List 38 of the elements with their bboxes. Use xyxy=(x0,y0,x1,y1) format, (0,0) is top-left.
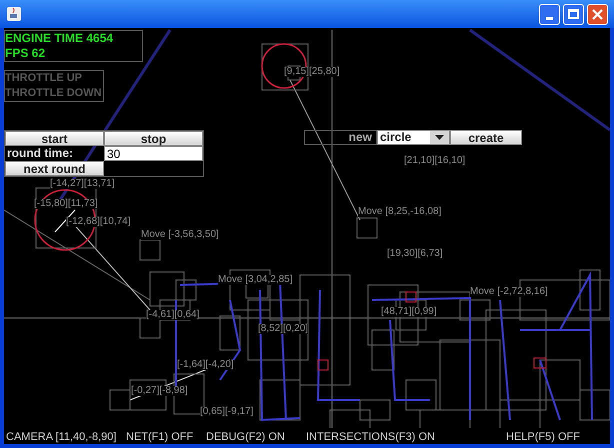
status-text: INTERSECTIONS(F3) ON xyxy=(306,430,436,444)
next-round-button[interactable]: next round xyxy=(5,161,104,176)
coordinate-label: [8,52][0,20] xyxy=(258,324,308,334)
close-button[interactable] xyxy=(587,4,608,24)
new-label: new xyxy=(304,130,377,145)
coordinate-label: [-14,27][13,71] xyxy=(50,179,114,189)
coordinate-label: [-15,80][11,73] xyxy=(34,199,98,209)
status-text: DEBUG(F2) ON xyxy=(206,430,286,444)
maximize-button[interactable] xyxy=(563,4,584,24)
status-text: NET(F1) OFF xyxy=(126,430,194,444)
coordinate-label: [-1,64][-4,20] xyxy=(177,360,234,370)
hud-text: FPS 62 xyxy=(5,46,46,61)
coordinate-label: Move [-3,56,3,50] xyxy=(141,230,219,240)
coordinate-label: Move [3,04,2,85] xyxy=(218,275,292,285)
minimize-button[interactable] xyxy=(539,4,560,24)
status-text: HELP(F5) OFF xyxy=(506,430,581,444)
coordinate-label: [19,30][6,73] xyxy=(387,249,443,259)
coordinate-label: [0,65][-9,17] xyxy=(200,407,254,417)
coordinate-label: [-0,27][-8,98] xyxy=(131,386,188,396)
coffee-cup-icon xyxy=(6,6,22,22)
coordinate-label: [-12,68][10,74] xyxy=(66,217,130,227)
coordinate-label: [48,71][0,99] xyxy=(381,307,437,317)
coordinate-label: [9,15][25,80] xyxy=(284,67,340,77)
coordinate-label: Move [-2,72,8,16] xyxy=(470,287,548,297)
round-time-label: round time: xyxy=(6,146,74,161)
hud-text: ENGINE TIME 4654 xyxy=(5,31,114,46)
status-text: CAMERA [11,40,-8,90] xyxy=(6,430,118,444)
round-time-field[interactable]: 30 xyxy=(104,146,203,161)
throttle-text: THROTTLE UP xyxy=(5,71,83,86)
throttle-text: THROTTLE DOWN xyxy=(5,86,103,101)
shape-dropdown[interactable]: circle xyxy=(377,130,450,145)
start-button[interactable]: start xyxy=(5,131,104,146)
create-button[interactable]: create xyxy=(450,130,522,145)
coordinate-label: Move [8,25,-16,08] xyxy=(358,207,442,217)
coordinate-label: [-4,61][0,64] xyxy=(146,310,200,320)
stop-button[interactable]: stop xyxy=(104,131,203,146)
close-icon xyxy=(592,8,603,20)
coordinate-label: [21,10][16,10] xyxy=(404,156,466,166)
